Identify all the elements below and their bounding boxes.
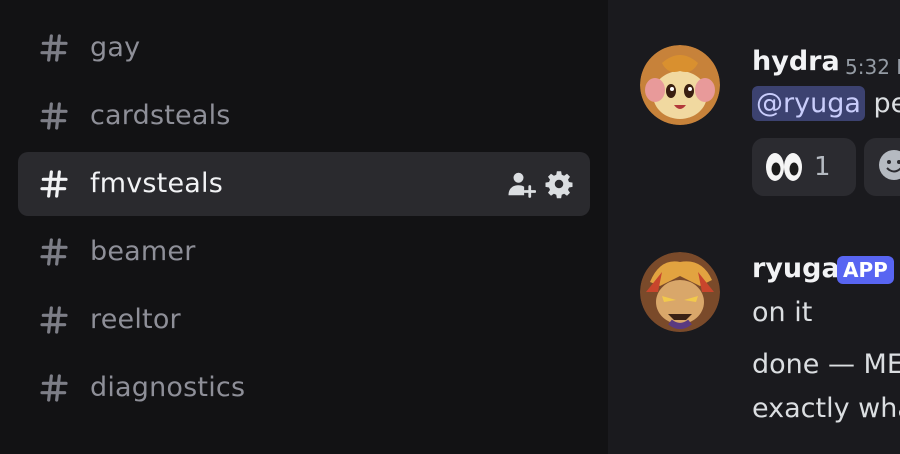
message-text: pe	[873, 88, 900, 119]
avatar[interactable]	[640, 45, 720, 125]
channel-actions	[506, 169, 574, 199]
reaction-button[interactable]: 1	[752, 138, 856, 196]
hash-icon	[40, 34, 68, 62]
message-timestamp: 5:32 PM	[845, 55, 900, 79]
channel-item-gay[interactable]: gay	[18, 16, 590, 80]
message-text: on it	[752, 297, 813, 328]
hash-icon	[40, 102, 68, 130]
channel-label: reeltor	[90, 304, 181, 335]
add-reaction-button[interactable]	[864, 138, 900, 196]
message-author[interactable]: hydra	[752, 46, 840, 77]
smiley-icon	[878, 149, 900, 185]
message-content: @ryuga pe	[752, 86, 900, 121]
message-text: exactly wha	[752, 393, 900, 424]
hash-icon	[40, 374, 68, 402]
app-badge: APP	[837, 256, 894, 284]
hash-icon	[40, 170, 68, 198]
user-mention[interactable]: @ryuga	[752, 86, 865, 121]
message-list: hydra 5:32 PM @ryuga pe 1	[608, 0, 900, 454]
gear-icon[interactable]	[544, 169, 574, 199]
create-invite-icon[interactable]	[506, 169, 537, 199]
channel-label: cardsteals	[90, 100, 231, 131]
hash-icon	[40, 238, 68, 266]
channel-item-diagnostics[interactable]: diagnostics	[18, 356, 590, 420]
channel-sidebar: gay cardsteals fmvsteals beamer reeltor …	[0, 0, 608, 454]
channel-label: fmvsteals	[90, 168, 223, 199]
eyes-emoji-icon	[764, 151, 804, 183]
avatar[interactable]	[640, 252, 720, 332]
message-text: done — ME	[752, 349, 900, 380]
channel-item-cardsteals[interactable]: cardsteals	[18, 84, 590, 148]
channel-item-reeltor[interactable]: reeltor	[18, 288, 590, 352]
reaction-count: 1	[814, 152, 831, 182]
channel-item-beamer[interactable]: beamer	[18, 220, 590, 284]
channel-label: beamer	[90, 236, 196, 267]
channel-item-fmvsteals[interactable]: fmvsteals	[18, 152, 590, 216]
channel-label: gay	[90, 32, 141, 63]
channel-label: diagnostics	[90, 372, 246, 403]
hash-icon	[40, 306, 68, 334]
message-author[interactable]: ryuga	[752, 253, 840, 284]
